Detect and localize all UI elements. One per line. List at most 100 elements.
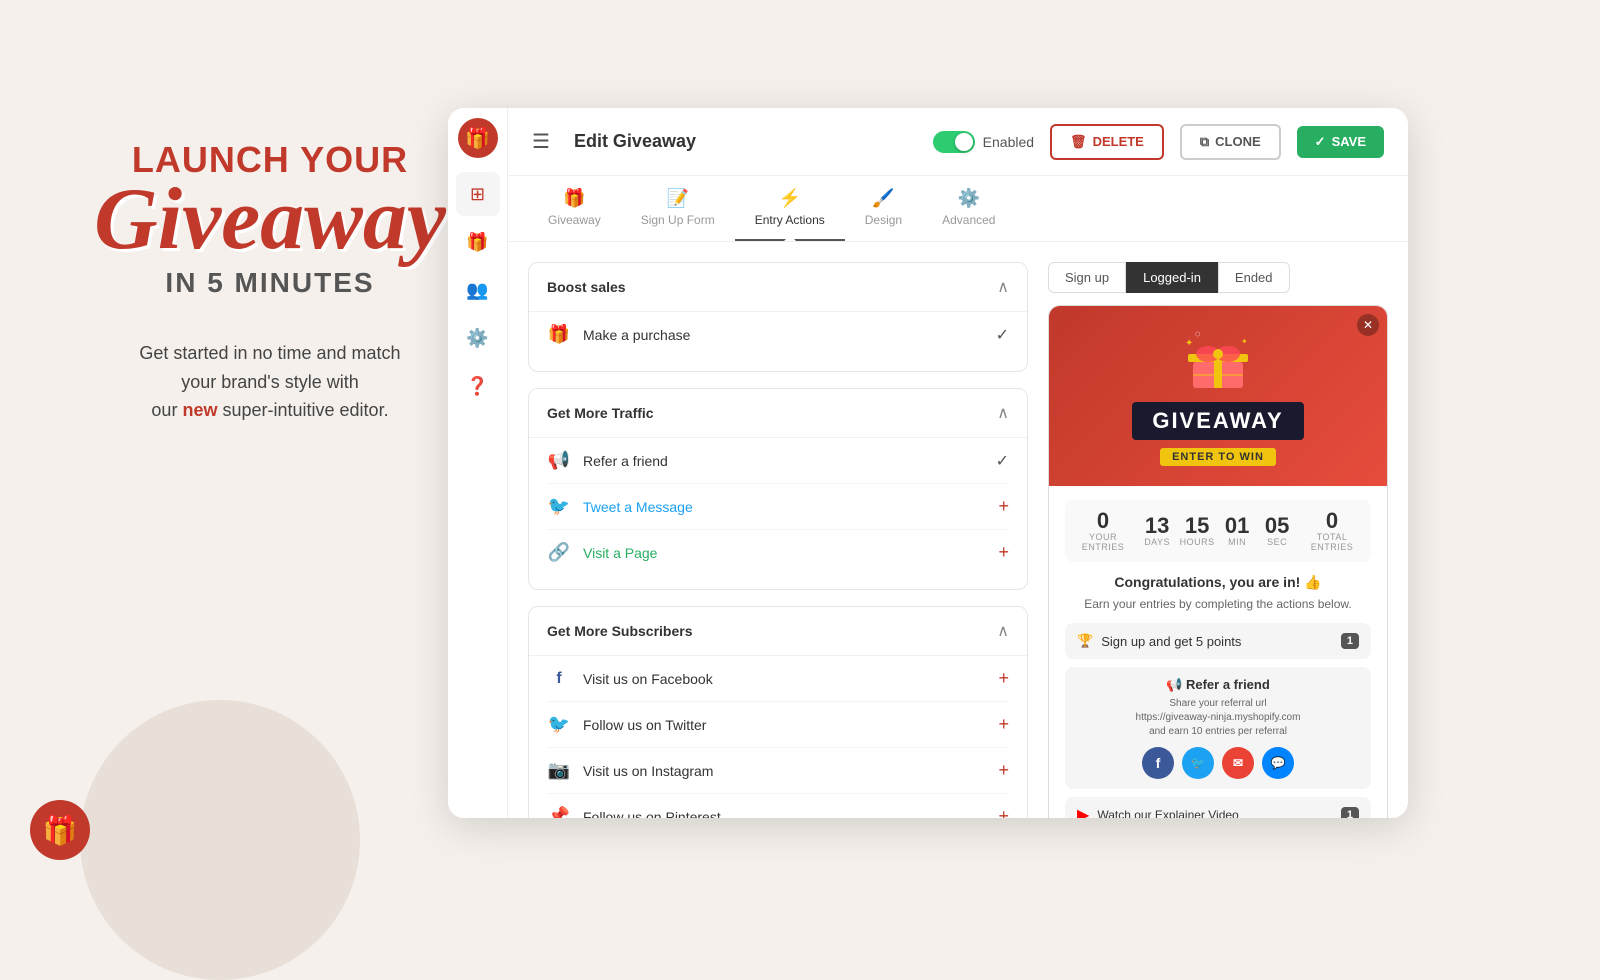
svg-text:✦: ✦ [1241, 337, 1248, 346]
action-visit-page: 🔗 Visit a Page + [547, 530, 1009, 575]
tab-advanced[interactable]: ⚙️ Advanced [922, 176, 1015, 241]
design-tab-icon: 🖌️ [872, 188, 894, 209]
total-label: Total entries [1303, 532, 1361, 552]
email-social-icon: ✉ [1233, 756, 1243, 770]
signup-tab-label: Sign Up Form [641, 213, 715, 227]
youtube-widget-icon: ▶ [1077, 805, 1089, 818]
preview-tab-loggedin[interactable]: Logged-in [1126, 262, 1218, 293]
advanced-tab-label: Advanced [942, 213, 995, 227]
subscribers-header[interactable]: Get More Subscribers ∧ [529, 607, 1027, 655]
widget-subtitle: ENTER TO WIN [1160, 448, 1276, 466]
countdown-min: 01 MIN [1219, 515, 1255, 547]
sidebar-item-dashboard[interactable]: ⊞ [456, 172, 500, 216]
sidebar-item-users[interactable]: 👥 [456, 268, 500, 312]
earn-text: Earn your entries by completing the acti… [1065, 597, 1371, 611]
sidebar-item-settings[interactable]: ⚙️ [456, 316, 500, 360]
sec-val: 05 [1259, 515, 1295, 537]
sections-panel: Boost sales ∧ 🎁 Make a purchase ✓ G [528, 262, 1028, 798]
social-icons-row: f 🐦 ✉ 💬 [1077, 747, 1359, 779]
subscribers-title: Get More Subscribers [547, 623, 693, 639]
save-button[interactable]: ✓ SAVE [1297, 126, 1384, 158]
pinterest-plus[interactable]: + [998, 806, 1009, 818]
boost-sales-chevron: ∧ [997, 277, 1009, 297]
preview-tab-ended[interactable]: Ended [1218, 262, 1290, 293]
trophy-icon: 🏆 [1077, 633, 1093, 649]
signup-preview-label: Sign up [1065, 270, 1109, 285]
preview-panel: Sign up Logged-in Ended ✕ [1048, 262, 1388, 798]
signup-tab-icon: 📝 [666, 188, 688, 209]
settings-icon: ⚙️ [466, 328, 488, 349]
hero-giveaway-text: Giveaway [60, 180, 480, 259]
visit-page-plus[interactable]: + [998, 542, 1009, 563]
clone-button[interactable]: ⧉ CLONE [1180, 124, 1281, 160]
get-more-subscribers-section: Get More Subscribers ∧ f Visit us on Fac… [528, 606, 1028, 818]
gift-icon: 🎁 [466, 232, 488, 253]
widget-close-button[interactable]: ✕ [1357, 314, 1379, 336]
countdown-total: 0 Total entries [1303, 510, 1361, 552]
instagram-plus[interactable]: + [998, 760, 1009, 781]
facebook-icon: f [547, 670, 571, 688]
days-label: DAYS [1139, 537, 1175, 547]
enabled-toggle[interactable] [933, 131, 975, 153]
menu-icon[interactable]: ☰ [532, 129, 550, 154]
twitter-social-icon: 🐦 [1191, 756, 1206, 770]
grid-icon: ⊞ [470, 184, 485, 205]
purchase-check: ✓ [996, 325, 1009, 345]
countdown-hours: 15 HOURS [1179, 515, 1215, 547]
header: ☰ Edit Giveaway Enabled 🗑 DELETE ⧉ CLONE… [508, 108, 1408, 176]
sidebar-item-help[interactable]: ❓ [456, 364, 500, 408]
tab-signup-form[interactable]: 📝 Sign Up Form [621, 176, 735, 241]
app-window: 🎁 ⊞ 🎁 👥 ⚙️ ❓ ☰ Edit Giveaway Enabled [448, 108, 1408, 818]
delete-button[interactable]: 🗑 DELETE [1050, 124, 1164, 160]
traffic-title: Get More Traffic [547, 405, 654, 421]
video-label: Watch our Explainer Video [1097, 808, 1238, 818]
visit-page-icon: 🔗 [547, 542, 571, 563]
enabled-toggle-container: Enabled [933, 131, 1034, 153]
signup-badge: 1 [1341, 633, 1359, 649]
twitter-plus[interactable]: + [998, 714, 1009, 735]
boost-sales-header[interactable]: Boost sales ∧ [529, 263, 1027, 311]
hero-desc-2: super-intuitive editor. [222, 400, 388, 420]
tweet-plus[interactable]: + [998, 496, 1009, 517]
total-val: 0 [1303, 510, 1361, 532]
giveaway-tab-label: Giveaway [548, 213, 601, 227]
tweet-label: Tweet a Message [583, 499, 986, 515]
enabled-label: Enabled [983, 134, 1034, 150]
hero-new-text: new [182, 400, 217, 420]
traffic-header[interactable]: Get More Traffic ∧ [529, 389, 1027, 437]
signup-action-left: 🏆 Sign up and get 5 points [1077, 633, 1241, 649]
signup-action-row[interactable]: 🏆 Sign up and get 5 points 1 [1065, 623, 1371, 659]
video-action-row[interactable]: ▶ Watch our Explainer Video 1 [1065, 797, 1371, 818]
sidebar-logo: 🎁 [458, 118, 498, 158]
tab-design[interactable]: 🖌️ Design [845, 176, 922, 241]
social-email[interactable]: ✉ [1222, 747, 1254, 779]
social-message[interactable]: 💬 [1262, 747, 1294, 779]
loggedin-preview-label: Logged-in [1143, 270, 1201, 285]
facebook-plus[interactable]: + [998, 668, 1009, 689]
hero-panel: LAUNCH YOUR Giveaway IN 5 MINUTES Get st… [60, 140, 480, 425]
hero-description: Get started in no time and match your br… [60, 339, 480, 425]
social-twitter[interactable]: 🐦 [1182, 747, 1214, 779]
tweet-icon: 🐦 [547, 496, 571, 517]
get-more-traffic-section: Get More Traffic ∧ 📢 Refer a friend ✓ 🐦 … [528, 388, 1028, 590]
traffic-chevron: ∧ [997, 403, 1009, 423]
widget-gift: ✦ ✦ ⬡ [1183, 326, 1253, 396]
refer-section[interactable]: 📢 Refer a friend Share your referral url… [1065, 667, 1371, 789]
delete-icon: 🗑 [1070, 134, 1087, 150]
traffic-body: 📢 Refer a friend ✓ 🐦 Tweet a Message + 🔗… [529, 437, 1027, 589]
refer-check: ✓ [996, 451, 1009, 471]
tab-entry-actions[interactable]: ⚡ Entry Actions [735, 176, 845, 241]
preview-tab-signup[interactable]: Sign up [1048, 262, 1126, 293]
save-icon: ✓ [1315, 134, 1326, 150]
days-val: 13 [1139, 515, 1175, 537]
action-twitter: 🐦 Follow us on Twitter + [547, 702, 1009, 748]
social-facebook[interactable]: f [1142, 747, 1174, 779]
sidebar-item-gift[interactable]: 🎁 [456, 220, 500, 264]
widget-title-text: GIVEAWAY [1152, 408, 1283, 433]
video-badge: 1 [1341, 807, 1359, 818]
visit-page-label: Visit a Page [583, 545, 986, 561]
hours-label: HOURS [1179, 537, 1215, 547]
main-content: ☰ Edit Giveaway Enabled 🗑 DELETE ⧉ CLONE… [508, 108, 1408, 818]
tab-giveaway[interactable]: 🎁 Giveaway [528, 176, 621, 241]
your-entries-val: 0 [1075, 510, 1131, 532]
